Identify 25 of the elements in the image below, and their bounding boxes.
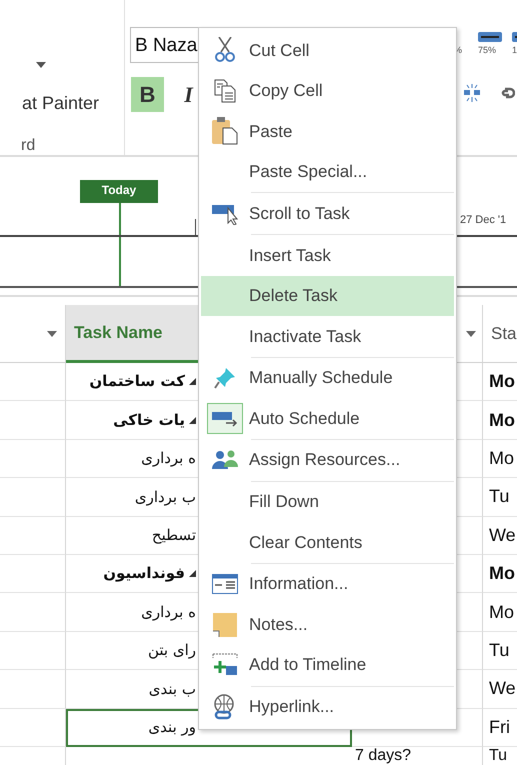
start-date: Mo: [489, 408, 515, 432]
start-date: Mo: [489, 562, 515, 586]
task-name: ه برداری: [141, 448, 196, 470]
task-name: یات خاکی: [113, 410, 185, 431]
start-date: Tu: [489, 638, 510, 662]
task-name: فونداسیون: [103, 563, 185, 584]
start-date: Fri: [489, 716, 510, 739]
task-name: تسطیح: [152, 525, 196, 546]
today-marker: Today: [80, 180, 158, 203]
start-date: Mo: [489, 446, 514, 470]
task-name: ه برداری: [141, 602, 196, 623]
task-name: ب برداری: [134, 486, 196, 508]
duration: 7 days?: [355, 748, 412, 764]
timeline-date: 27 Dec '1: [460, 213, 506, 228]
start-date: Tu: [489, 485, 510, 508]
start-date: We: [489, 677, 516, 700]
task-name: رای بتن: [148, 640, 196, 662]
start-date: Tu: [489, 748, 508, 764]
task-name: ور بندی: [148, 716, 196, 738]
start-date: Mo: [489, 600, 514, 624]
start-date: Mo: [489, 370, 515, 394]
group-label: rd: [21, 136, 36, 156]
task-name: ب بندی: [148, 678, 196, 700]
start-date: We: [489, 524, 516, 547]
task-name: کت ساختمان: [89, 371, 185, 392]
